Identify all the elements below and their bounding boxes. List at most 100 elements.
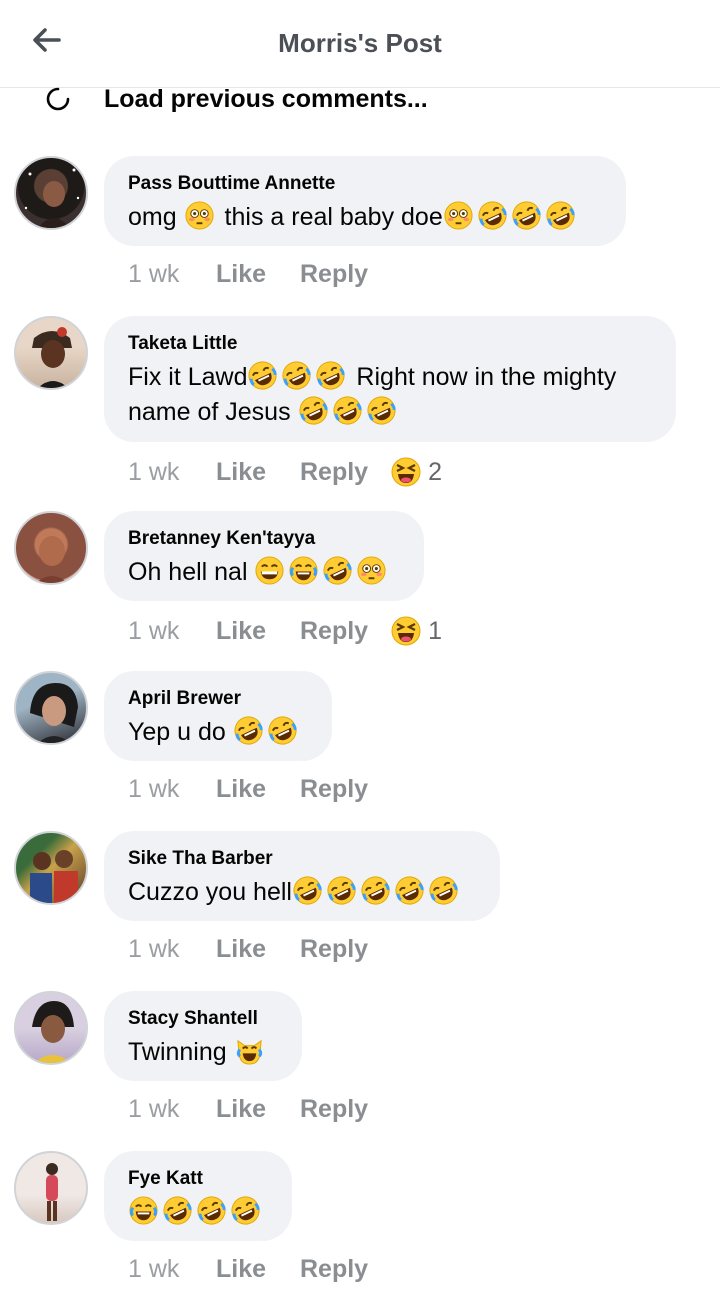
reply-button[interactable]: Reply <box>300 260 368 289</box>
haha-reaction-icon <box>390 456 422 488</box>
reaction-summary[interactable]: 2 <box>390 456 442 488</box>
load-previous-label: Load previous comments... <box>104 84 428 113</box>
comment-author[interactable]: Stacy Shantell <box>128 1007 278 1031</box>
reaction-summary[interactable]: 1 <box>390 615 442 647</box>
rofl-emoji-icon <box>230 1195 261 1226</box>
comment-bubble: Taketa Little Fix it Lawd Right now in t… <box>104 316 676 442</box>
reaction-count: 1 <box>428 616 442 645</box>
reply-button[interactable]: Reply <box>300 458 368 487</box>
comment-author[interactable]: Pass Bouttime Annette <box>128 172 602 196</box>
joy-emoji-icon <box>128 1195 159 1226</box>
rofl-emoji-icon <box>332 395 363 426</box>
avatar-photo <box>30 683 78 743</box>
like-button[interactable]: Like <box>216 935 300 964</box>
comment-bubble: Stacy Shantell Twinning <box>104 991 302 1081</box>
comment-actions: 1 wk Like Reply <box>128 935 368 964</box>
comment-actions: 1 wk Like Reply 2 <box>128 456 442 488</box>
comment-bubble: April Brewer Yep u do <box>104 671 332 761</box>
load-previous-comments[interactable]: Load previous comments... <box>46 84 428 114</box>
like-button[interactable]: Like <box>216 775 300 804</box>
flushed-emoji-icon <box>356 555 387 586</box>
grin-emoji-icon <box>254 555 285 586</box>
comment-timestamp: 1 wk <box>128 935 180 963</box>
comment-text: Yep u do <box>128 715 308 750</box>
comment-timestamp: 1 wk <box>128 260 180 288</box>
joy-emoji-icon <box>288 555 319 586</box>
rofl-emoji-icon <box>281 360 312 391</box>
comment-author[interactable]: Taketa Little <box>128 332 652 356</box>
like-button[interactable]: Like <box>216 260 300 289</box>
avatar[interactable] <box>14 991 88 1065</box>
like-button[interactable]: Like <box>216 1255 300 1284</box>
comment-text: Cuzzo you hell <box>128 875 476 910</box>
avatar[interactable] <box>14 511 88 585</box>
comment-author[interactable]: Bretanney Ken'tayya <box>128 527 400 551</box>
rofl-emoji-icon <box>360 875 391 906</box>
page-title: Morris's Post <box>278 28 442 58</box>
comment-author[interactable]: April Brewer <box>128 687 308 711</box>
like-button[interactable]: Like <box>216 617 300 646</box>
avatar[interactable] <box>14 1151 88 1225</box>
comment-text: Fix it Lawd Right now in the mighty name… <box>128 360 652 430</box>
comment-timestamp: 1 wk <box>128 775 180 803</box>
comment-text <box>128 1195 268 1230</box>
comment-text: Twinning <box>128 1035 278 1070</box>
comment-text: Oh hell nal <box>128 555 400 590</box>
loading-spinner-icon <box>46 87 70 111</box>
rofl-emoji-icon <box>477 200 508 231</box>
rofl-emoji-icon <box>196 1195 227 1226</box>
comment-actions: 1 wk Like Reply 1 <box>128 615 442 647</box>
comment-bubble: Bretanney Ken'tayya Oh hell nal <box>104 511 424 601</box>
avatar-photo <box>46 1163 58 1221</box>
avatar-photo <box>36 536 68 583</box>
reply-button[interactable]: Reply <box>300 935 368 964</box>
comment-bubble: Pass Bouttime Annette omg this a real ba… <box>104 156 626 246</box>
flushed-emoji-icon <box>184 200 215 231</box>
avatar-photo <box>32 327 72 388</box>
rofl-emoji-icon <box>394 875 425 906</box>
flushed-emoji-icon <box>443 200 474 231</box>
rofl-emoji-icon <box>366 395 397 426</box>
avatar-photo <box>24 168 80 228</box>
rofl-emoji-icon <box>162 1195 193 1226</box>
comment-timestamp: 1 wk <box>128 1095 180 1123</box>
rofl-emoji-icon <box>247 360 278 391</box>
avatar[interactable] <box>14 156 88 230</box>
like-button[interactable]: Like <box>216 458 300 487</box>
comment-timestamp: 1 wk <box>128 1255 180 1283</box>
comment-bubble: Sike Tha Barber Cuzzo you hell <box>104 831 500 921</box>
comment-actions: 1 wk Like Reply <box>128 775 368 804</box>
rofl-emoji-icon <box>267 715 298 746</box>
comment-actions: 1 wk Like Reply <box>128 260 368 289</box>
comment-text: omg this a real baby doe <box>128 200 602 235</box>
rofl-emoji-icon <box>428 875 459 906</box>
reply-button[interactable]: Reply <box>300 1095 368 1124</box>
avatar[interactable] <box>14 831 88 905</box>
comment-actions: 1 wk Like Reply <box>128 1255 368 1284</box>
rofl-emoji-icon <box>326 875 357 906</box>
avatar-photo <box>30 850 78 903</box>
rofl-emoji-icon <box>233 715 264 746</box>
rofl-emoji-icon <box>315 360 346 391</box>
haha-reaction-icon <box>390 615 422 647</box>
cat-joy-emoji-icon <box>234 1035 265 1066</box>
comment-author[interactable]: Fye Katt <box>128 1167 268 1191</box>
comment-timestamp: 1 wk <box>128 457 180 486</box>
avatar[interactable] <box>14 316 88 390</box>
rofl-emoji-icon <box>298 395 329 426</box>
rofl-emoji-icon <box>322 555 353 586</box>
reply-button[interactable]: Reply <box>300 1255 368 1284</box>
top-bar: Morris's Post <box>0 0 720 88</box>
avatar-photo <box>32 1001 74 1063</box>
comment-actions: 1 wk Like Reply <box>128 1095 368 1124</box>
reply-button[interactable]: Reply <box>300 775 368 804</box>
comment-author[interactable]: Sike Tha Barber <box>128 847 476 871</box>
reaction-count: 2 <box>428 457 442 486</box>
comment-bubble: Fye Katt <box>104 1151 292 1241</box>
rofl-emoji-icon <box>511 200 542 231</box>
avatar[interactable] <box>14 671 88 745</box>
rofl-emoji-icon <box>292 875 323 906</box>
like-button[interactable]: Like <box>216 1095 300 1124</box>
reply-button[interactable]: Reply <box>300 617 368 646</box>
comment-timestamp: 1 wk <box>128 616 180 645</box>
